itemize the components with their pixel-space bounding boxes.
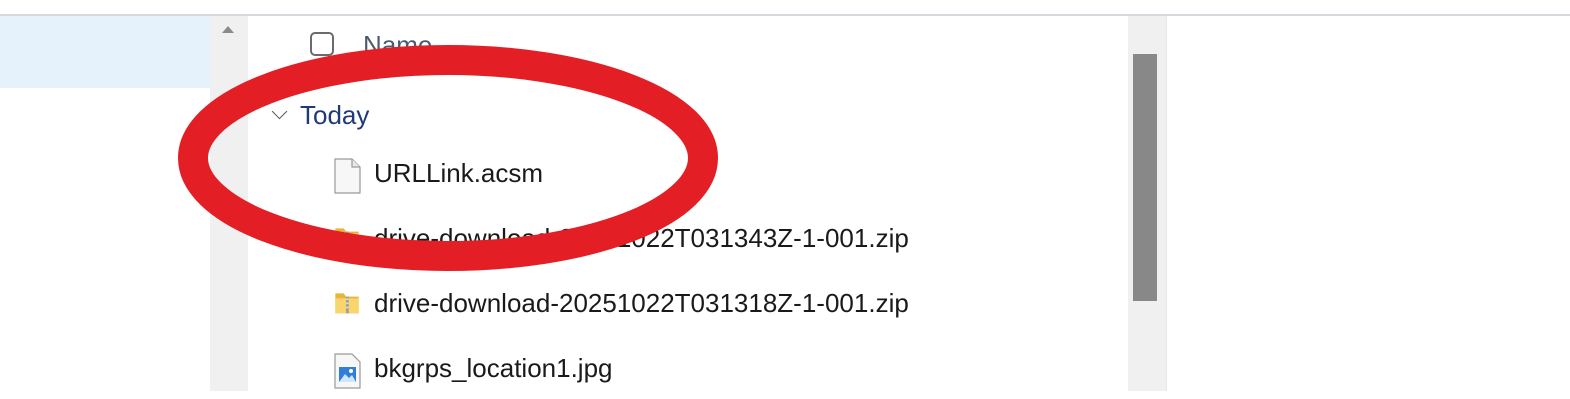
file-name: bkgrps_location1.jpg [374, 353, 613, 383]
file-name: drive-download-20251022T031343Z-1-001.zi… [374, 223, 909, 253]
file-row[interactable]: bkgrps_location1.jpg [248, 339, 1128, 399]
file-row[interactable]: URLLink.acsm [248, 144, 1128, 204]
image-file-icon [334, 353, 361, 389]
zip-folder-icon [335, 293, 359, 314]
group-label: Today [300, 100, 370, 130]
nav-selected-item[interactable] [0, 16, 210, 88]
details-pane [1166, 16, 1570, 391]
name-column-header[interactable]: Name [363, 30, 432, 61]
scroll-up-arrow-icon[interactable] [222, 26, 234, 33]
select-all-checkbox[interactable] [310, 32, 334, 56]
file-list-scrollbar[interactable] [1128, 16, 1166, 391]
file-row[interactable]: drive-download-20251022T031343Z-1-001.zi… [248, 209, 1128, 269]
file-row[interactable]: drive-download-20251022T031318Z-1-001.zi… [248, 274, 1128, 334]
file-list: Name Today URLLink.acsm drive-download-2… [248, 16, 1128, 391]
chevron-down-icon[interactable] [271, 103, 288, 120]
group-header-today[interactable]: Today [248, 96, 1128, 136]
navigation-pane [0, 16, 210, 391]
scrollbar-thumb[interactable] [1133, 54, 1157, 301]
zip-folder-icon [335, 228, 359, 249]
nav-pane-scrollbar[interactable] [210, 16, 248, 391]
file-name: drive-download-20251022T031318Z-1-001.zi… [374, 288, 909, 318]
column-header-row: Name [248, 16, 1128, 78]
generic-file-icon [334, 158, 361, 194]
file-name: URLLink.acsm [374, 158, 544, 188]
